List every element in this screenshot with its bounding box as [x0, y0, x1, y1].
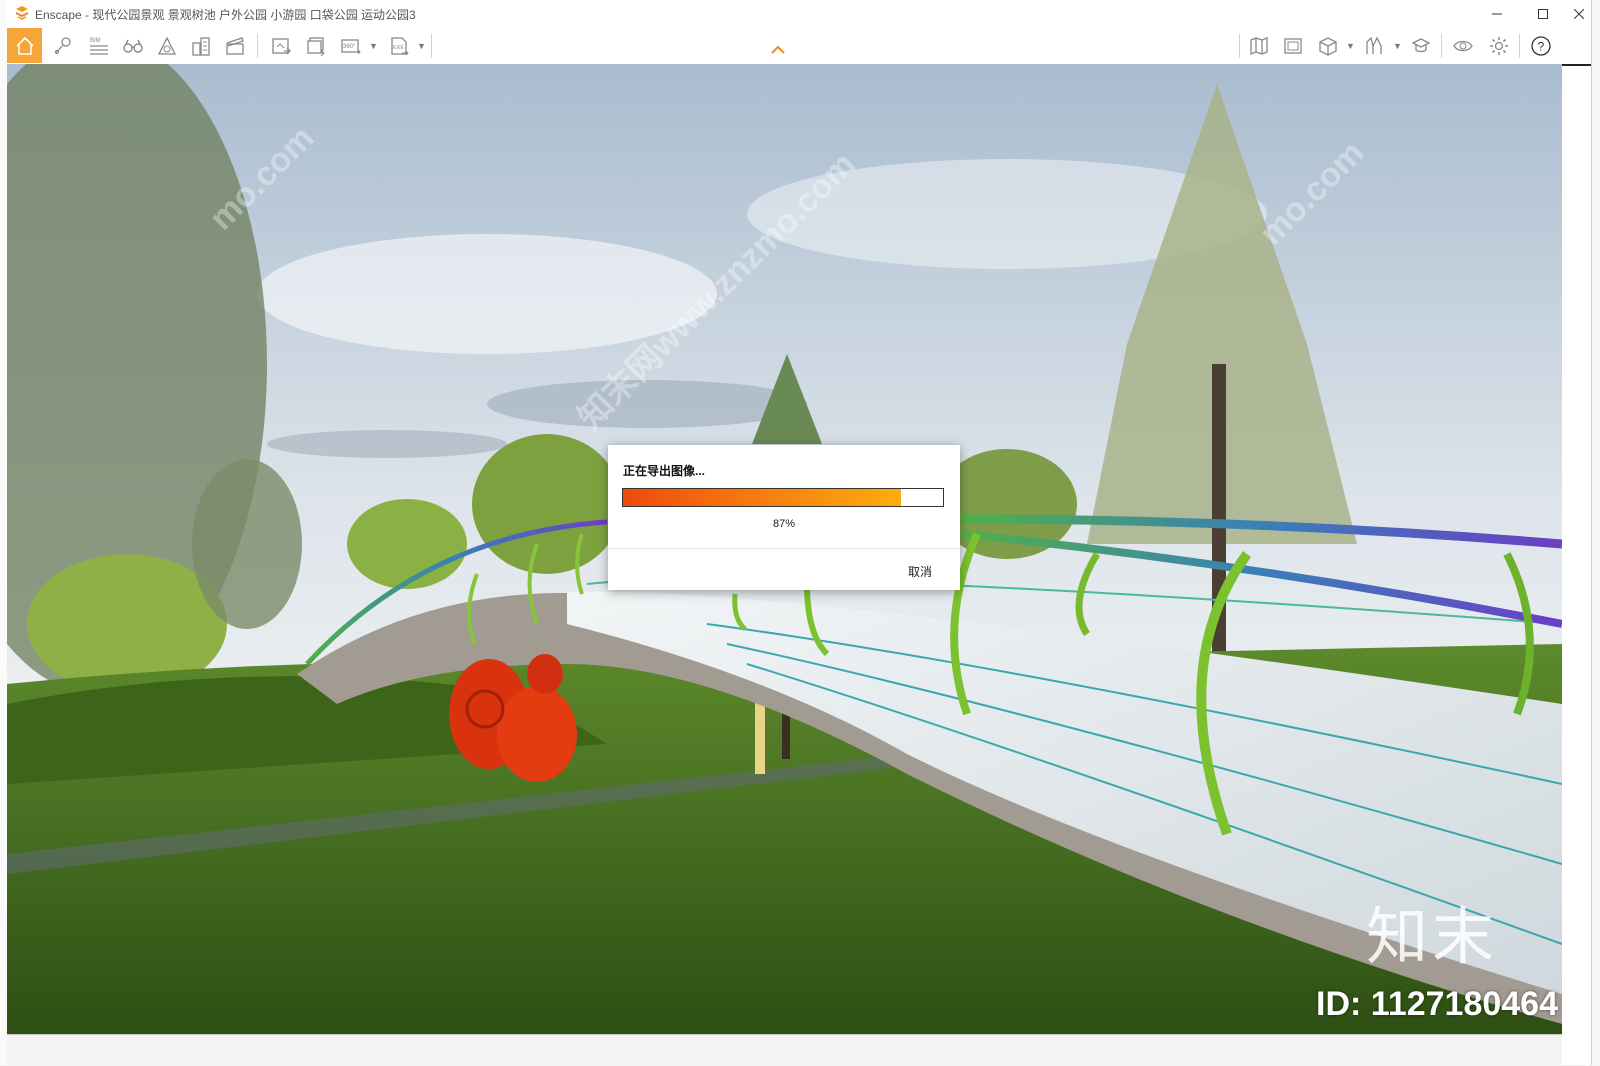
panorama-360-icon: 360°: [341, 39, 361, 55]
feedback-icon: [1411, 38, 1431, 53]
minimize-icon: [1492, 13, 1502, 15]
svg-text:?: ?: [1538, 40, 1545, 54]
bim-button[interactable]: BIM: [83, 30, 115, 62]
main-toolbar: BIM 360° ▼ EXE ▼ ▼ ▼ ?: [7, 28, 1592, 66]
maximize-button[interactable]: [1520, 0, 1566, 28]
panorama-dropdown-icon[interactable]: ▼: [369, 41, 378, 51]
close-button[interactable]: [1566, 0, 1592, 28]
screenshot-icon: [272, 38, 291, 55]
visibility-button[interactable]: [1447, 30, 1479, 62]
exe-dropdown-icon[interactable]: ▼: [417, 41, 426, 51]
home-button[interactable]: [7, 28, 42, 63]
atmosphere-button[interactable]: [151, 30, 183, 62]
toolbar-separator: [257, 34, 258, 58]
exe-export-icon: EXE: [391, 37, 409, 56]
collapse-toolbar-icon[interactable]: [770, 45, 786, 55]
pin-icon: [54, 37, 71, 55]
screenshot-button[interactable]: [265, 30, 297, 62]
home-icon: [15, 36, 34, 55]
toolbar-separator: [431, 34, 432, 58]
help-icon: ?: [1531, 36, 1551, 56]
sun-icon: [157, 36, 177, 55]
visibility-icon: [1453, 40, 1473, 52]
buildings-button[interactable]: [185, 30, 217, 62]
exe-export-button[interactable]: EXE: [383, 30, 415, 62]
views-button[interactable]: [117, 30, 149, 62]
material-dropdown-icon[interactable]: ▼: [1393, 41, 1402, 51]
title-bar[interactable]: Enscape - 现代公园景观 景观树池 户外公园 小游园 口袋公园 运动公园…: [7, 0, 1592, 28]
asset-library-icon: [1284, 38, 1302, 54]
close-icon: [1574, 9, 1584, 19]
map-button[interactable]: [1243, 30, 1275, 62]
panorama-label: 360°: [343, 44, 356, 50]
enscape-logo-icon: [16, 6, 28, 20]
cancel-button[interactable]: 取消: [908, 563, 932, 580]
batch-render-icon: [307, 37, 325, 57]
pin-button[interactable]: [47, 30, 79, 62]
panorama-button[interactable]: 360°: [335, 30, 367, 62]
bim-label: BIM: [90, 38, 101, 44]
dialog-divider: [608, 548, 960, 549]
dialog-title: 正在导出图像...: [623, 464, 706, 478]
toolbar-separator: [1441, 34, 1442, 58]
progress-fill: [623, 489, 902, 506]
export-progress-dialog: 正在导出图像... 87% 取消: [608, 445, 960, 590]
minimize-button[interactable]: [1474, 0, 1520, 28]
material-editor-button[interactable]: [1359, 30, 1391, 62]
view-cube-dropdown-icon[interactable]: ▼: [1346, 41, 1355, 51]
toolbar-separator: [1239, 34, 1240, 58]
settings-button[interactable]: [1483, 30, 1515, 62]
maximize-icon: [1538, 9, 1548, 19]
taskbar-strip: [7, 1034, 1562, 1066]
video-editor-button[interactable]: [219, 30, 251, 62]
export-progress-bar: [622, 488, 944, 507]
clapperboard-icon: [226, 37, 244, 55]
window-title: Enscape - 现代公园景观 景观树池 户外公园 小游园 口袋公园 运动公园…: [35, 8, 416, 22]
exe-label: EXE: [393, 45, 404, 51]
help-button[interactable]: ?: [1525, 30, 1557, 62]
view-cube-icon: [1319, 37, 1337, 56]
map-icon: [1250, 37, 1268, 55]
watermark-brand: 知末: [1365, 900, 1498, 973]
batch-render-button[interactable]: [300, 30, 332, 62]
settings-icon: [1490, 37, 1508, 55]
progress-percent: 87%: [772, 518, 796, 530]
watermark-id: ID: 1127180464: [1316, 985, 1558, 1023]
toolbar-separator: [1519, 34, 1520, 58]
buildings-icon: [192, 37, 210, 56]
view-cube-button[interactable]: [1312, 30, 1344, 62]
material-icon: [1366, 36, 1382, 54]
asset-library-button[interactable]: [1277, 30, 1309, 62]
bim-icon: BIM: [90, 38, 108, 55]
feedback-button[interactable]: [1405, 30, 1437, 62]
binoculars-icon: [123, 39, 143, 53]
background-window-edge: [1591, 0, 1600, 1065]
